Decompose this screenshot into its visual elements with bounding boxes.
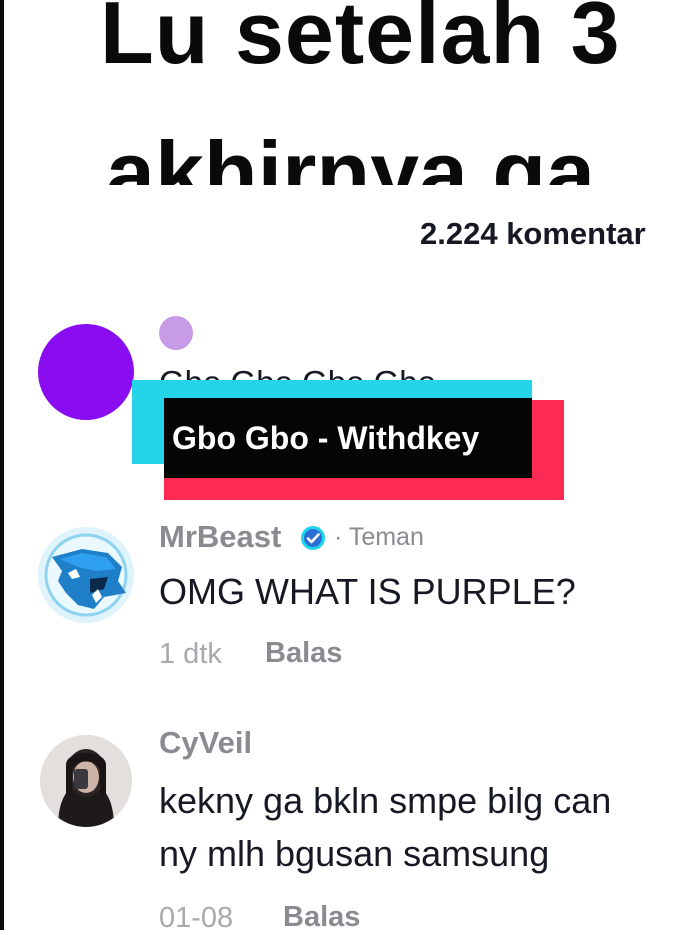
avatar[interactable] xyxy=(40,735,132,827)
comment-text-line-1: kekny ga bkln smpe bilg can xyxy=(159,780,612,821)
user-badges: · Teman xyxy=(300,523,424,552)
username[interactable]: CyVeil xyxy=(159,725,252,761)
reply-button[interactable]: Balas xyxy=(283,901,360,934)
relation-label: · Teman xyxy=(334,523,424,551)
song-title: Gbo Gbo - Withdkey xyxy=(172,420,480,456)
comment-time: 01-08 xyxy=(159,902,234,934)
avatar[interactable] xyxy=(38,324,134,420)
username[interactable]: MrBeast xyxy=(159,519,281,555)
reply-button[interactable]: Balas xyxy=(265,637,342,670)
comment-text: OMG WHAT IS PURPLE? xyxy=(159,571,576,612)
verified-badge-icon xyxy=(301,525,325,550)
mrbeast-logo-icon xyxy=(38,527,134,623)
comment-time: 1 dtk xyxy=(159,638,222,670)
comment-count: 2.224 komentar xyxy=(420,216,646,251)
comment-text-line-2: ny mlh bgusan samsung xyxy=(159,833,550,874)
caption-line-1: Lu setelah 3 xyxy=(100,0,621,82)
song-tag: Gbo Gbo - Withdkey xyxy=(132,380,566,500)
caption-line-2: akhirnya ga xyxy=(106,123,596,185)
avatar[interactable] xyxy=(38,527,134,623)
user-dot-icon xyxy=(159,316,193,350)
profile-photo-icon xyxy=(40,735,132,827)
video-caption: Lu setelah 3 akhirnya ga xyxy=(0,0,697,185)
